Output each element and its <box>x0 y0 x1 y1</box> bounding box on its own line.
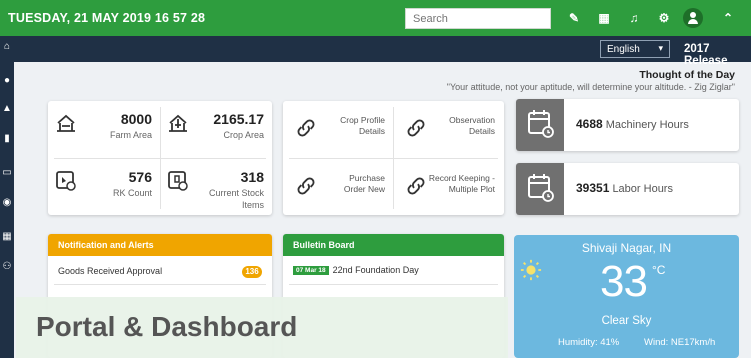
chevron-up-icon[interactable]: ⌃ <box>720 10 736 26</box>
crop-area-value: 2165.17 <box>213 111 264 127</box>
stock-items-stat[interactable]: 318 Current Stock Items <box>160 159 272 213</box>
home-icon[interactable]: ⌂ <box>1 40 13 54</box>
notifications-title: Notification and Alerts <box>48 234 272 256</box>
farm-icon <box>57 114 75 132</box>
language-value: English <box>607 44 640 55</box>
notification-item[interactable]: Goods Received Approval <box>58 266 162 276</box>
calendar-icon <box>516 163 564 215</box>
purchase-order-link[interactable]: Purchase Order New <box>283 159 393 213</box>
monitor-icon[interactable]: ▭ <box>1 166 13 180</box>
caption-banner: Portal & Dashboard <box>16 297 508 358</box>
notification-count-badge: 136 <box>242 266 262 278</box>
quick-links-card: Crop Profile Details Observation Details… <box>283 101 504 215</box>
rk-count-stat[interactable]: 576 RK Count <box>48 159 160 213</box>
headset-icon[interactable]: ♫ <box>626 10 642 26</box>
crop-area-label: Crop Area <box>223 130 264 140</box>
crop-icon <box>169 114 187 132</box>
weather-city: Shivaji Nagar, IN <box>581 241 672 255</box>
sun-icon <box>520 259 542 281</box>
link-icon <box>407 177 425 195</box>
left-sidebar: ⌂ ● ▲ ▮ ▭ ◉ ▦ ⚇ <box>0 36 14 358</box>
bulletin-text: 22nd Foundation Day <box>332 265 419 275</box>
weather-condition: Clear Sky <box>601 315 652 327</box>
link-icon <box>407 119 425 137</box>
bulletin-title: Bulletin Board <box>283 234 504 256</box>
secondary-bar: English ▾ 2017 Release <box>0 36 751 67</box>
farm-icon[interactable]: ▲ <box>1 102 13 116</box>
quote-title: Thought of the Day <box>639 69 735 81</box>
rk-count-value: 576 <box>128 169 152 185</box>
labor-hours-value: 39351 <box>576 181 610 195</box>
observation-link[interactable]: Observation Details <box>393 101 503 155</box>
search-input[interactable] <box>405 8 551 29</box>
weather-humidity: Humidity: 41% <box>558 337 620 348</box>
crop-profile-link[interactable]: Crop Profile Details <box>283 101 393 155</box>
tractor-icon[interactable]: ◉ <box>1 196 13 210</box>
people-icon[interactable]: ⚇ <box>1 260 13 274</box>
bulletin-item[interactable]: 07 Mar 18 22nd Foundation Day <box>293 265 419 276</box>
labor-hours-label: Labor Hours <box>612 183 673 195</box>
chevron-down-icon: ▾ <box>658 43 663 53</box>
user-icon[interactable] <box>683 8 703 28</box>
banner-text: Portal & Dashboard <box>36 311 298 342</box>
stock-items-value: 318 <box>240 169 264 185</box>
weather-temperature: 33 <box>600 257 648 306</box>
calendar-icon <box>516 99 564 151</box>
machinery-hours-card[interactable]: 4688 Machinery Hours <box>516 99 739 151</box>
machinery-hours-value: 4688 <box>576 117 603 131</box>
user-icon[interactable]: ● <box>1 74 13 88</box>
release-label: 2017 Release <box>684 43 728 67</box>
machinery-hours-label: Machinery Hours <box>605 119 689 131</box>
table-icon[interactable]: ▦ <box>1 230 13 244</box>
observation-label: Observation Details <box>449 115 495 136</box>
stats-card: 8000 Farm Area 2165.17 Crop Area 576 RK … <box>48 101 272 215</box>
stock-icon <box>168 171 188 191</box>
link-icon <box>297 177 315 195</box>
gear-icon[interactable]: ⚙ <box>656 10 672 26</box>
farm-area-label: Farm Area <box>109 130 152 140</box>
record-keeping-link[interactable]: Record Keeping - Multiple Plot <box>393 159 503 213</box>
current-datetime: TUESDAY, 21 MAY 2019 16 57 28 <box>8 11 206 25</box>
labor-hours-card[interactable]: 39351 Labor Hours <box>516 163 739 215</box>
edit-icon[interactable]: ✎ <box>566 10 582 26</box>
rk-count-label: RK Count <box>112 188 152 198</box>
grid-icon[interactable]: ▦ <box>596 10 612 26</box>
bulletin-date: 07 Mar 18 <box>293 266 329 276</box>
farm-area-stat[interactable]: 8000 Farm Area <box>48 101 160 155</box>
rk-icon <box>56 171 76 191</box>
top-header-bar: TUESDAY, 21 MAY 2019 16 57 28 ✎ ▦ ♫ ⚙ ⌃ <box>0 0 751 36</box>
farm-area-value: 8000 <box>120 111 152 127</box>
link-icon <box>297 119 315 137</box>
chart-icon[interactable]: ▮ <box>1 132 13 146</box>
stock-items-label: Current Stock Items <box>208 188 264 210</box>
record-keeping-label: Record Keeping - Multiple Plot <box>428 173 495 194</box>
crop-profile-label: Crop Profile Details <box>340 115 385 136</box>
language-select[interactable]: English ▾ <box>600 40 670 58</box>
purchase-order-label: Purchase Order New <box>343 173 385 194</box>
weather-widget: Shivaji Nagar, IN 33 °C Clear Sky Humidi… <box>514 235 739 358</box>
crop-area-stat[interactable]: 2165.17 Crop Area <box>160 101 272 155</box>
weather-wind: Wind: NE17km/h <box>644 337 716 348</box>
quote-text: "Your attitude, not your aptitude, will … <box>446 82 735 92</box>
weather-unit: °C <box>652 263 666 277</box>
